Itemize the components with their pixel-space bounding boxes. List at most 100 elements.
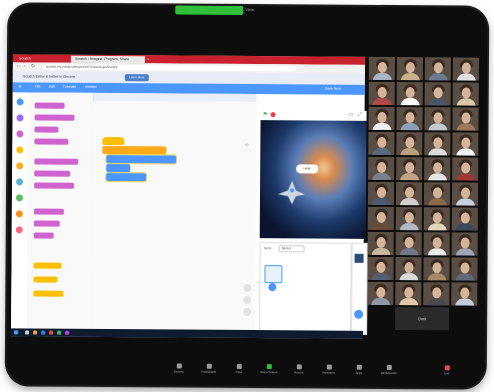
code-workspace[interactable]: ✛ <box>91 100 257 331</box>
participant-tile[interactable] <box>396 157 423 181</box>
participant-tile[interactable] <box>367 256 394 281</box>
scratch-logo[interactable]: S <box>19 84 21 88</box>
palette-block[interactable] <box>34 158 79 165</box>
participant-tile[interactable] <box>424 157 451 181</box>
back-icon[interactable]: ‹ <box>17 63 19 69</box>
participant-tile[interactable] <box>368 131 395 156</box>
participant-tile[interactable] <box>424 82 451 106</box>
participant-tile[interactable] <box>451 182 479 206</box>
screen-share-indicator[interactable] <box>175 5 244 15</box>
participant-tile-no-video[interactable]: Ümit <box>395 307 450 331</box>
control-block[interactable] <box>102 145 167 155</box>
view-menu[interactable]: View <box>245 7 254 12</box>
participant-tile[interactable] <box>423 282 450 306</box>
participants-button[interactable]: Participants <box>199 363 219 374</box>
zoom-reset-icon[interactable] <box>243 307 252 317</box>
category-myblocks[interactable] <box>15 226 23 234</box>
participant-tile[interactable] <box>368 56 395 81</box>
taskbar-icon[interactable] <box>41 330 46 335</box>
category-control[interactable] <box>16 162 24 170</box>
participant-tile[interactable] <box>395 257 422 281</box>
share-screen-button[interactable]: Share Screen <box>259 364 279 374</box>
participant-tile[interactable] <box>452 157 479 181</box>
palette-block[interactable] <box>34 138 69 145</box>
palette-block[interactable] <box>34 102 65 109</box>
stop-icon[interactable] <box>270 112 276 118</box>
whiteboards-button[interactable]: Whiteboards <box>379 364 399 375</box>
stage-size-icon[interactable]: ▭ <box>349 112 354 118</box>
palette-block[interactable] <box>34 182 75 189</box>
participant-tile[interactable] <box>367 206 394 231</box>
project-title[interactable]: Untitled <box>85 85 97 89</box>
participant-tile[interactable] <box>368 156 395 181</box>
palette-block[interactable] <box>34 170 71 177</box>
category-motion[interactable] <box>16 98 24 106</box>
category-looks[interactable] <box>16 114 24 122</box>
participant-tile[interactable] <box>395 207 422 231</box>
start-icon[interactable] <box>14 330 19 335</box>
participant-tile[interactable] <box>451 232 478 256</box>
category-sound[interactable] <box>16 130 24 138</box>
participant-tile[interactable] <box>396 82 423 106</box>
participant-tile[interactable] <box>396 57 423 81</box>
url-input[interactable]: scratch.mit.edu/projects/editor/?tutoria… <box>42 64 296 72</box>
motion-block[interactable] <box>105 171 148 183</box>
category-sensing[interactable] <box>16 178 24 186</box>
participant-tile[interactable] <box>423 232 450 256</box>
add-sprite-button[interactable] <box>268 283 277 292</box>
participant-tile[interactable] <box>451 207 478 231</box>
participant-tile[interactable] <box>395 282 422 306</box>
sprite-name-input[interactable]: Sprite1 <box>278 245 305 253</box>
participant-tile[interactable] <box>424 57 451 81</box>
menu-save[interactable]: Save Now <box>325 87 341 91</box>
participant-tile[interactable] <box>396 107 423 131</box>
stage-canvas[interactable]: Hello! <box>259 120 367 239</box>
participant-tile[interactable] <box>367 231 394 256</box>
participant-tile[interactable] <box>367 281 394 306</box>
participant-tile[interactable] <box>452 57 479 81</box>
notice-button[interactable]: Learn More <box>124 74 149 82</box>
sprite-thumbnail[interactable] <box>264 265 283 284</box>
participant-tile[interactable] <box>368 81 395 106</box>
participant-tile[interactable] <box>368 106 395 131</box>
backdrop-thumbnail[interactable] <box>354 253 364 263</box>
taskbar-icon[interactable] <box>49 330 54 335</box>
zoom-out-icon[interactable] <box>243 295 252 305</box>
add-backdrop-button[interactable] <box>354 309 364 319</box>
taskbar-icon[interactable] <box>65 330 70 335</box>
fullscreen-icon[interactable]: ⤢ <box>358 112 362 118</box>
palette-block[interactable] <box>33 262 62 269</box>
participant-tile[interactable] <box>451 282 478 306</box>
participant-tile[interactable] <box>424 132 451 156</box>
taskbar-icon[interactable] <box>57 330 62 335</box>
menu-tutorials[interactable]: Tutorials <box>63 85 76 89</box>
record-button[interactable]: Record <box>289 364 309 374</box>
participant-tile[interactable] <box>452 107 479 131</box>
spaceship-sprite[interactable] <box>277 180 307 205</box>
zoom-in-icon[interactable] <box>243 283 252 293</box>
taskbar-icon[interactable] <box>25 330 30 335</box>
palette-block[interactable] <box>34 114 75 121</box>
forward-icon[interactable]: › <box>24 63 26 69</box>
apps-button[interactable]: Apps <box>349 364 369 375</box>
palette-block[interactable] <box>33 232 54 239</box>
participant-tile[interactable] <box>452 132 479 156</box>
event-hat-block[interactable] <box>102 136 125 146</box>
category-operators[interactable] <box>15 194 24 202</box>
participant-tile[interactable] <box>396 132 423 156</box>
palette-block[interactable] <box>33 290 64 297</box>
category-variables[interactable] <box>15 210 23 218</box>
menu-file[interactable]: File <box>35 85 41 89</box>
participant-tile[interactable] <box>424 107 451 131</box>
green-flag-icon[interactable]: ⚑ <box>263 111 268 118</box>
chat-button[interactable]: Chat <box>229 363 249 374</box>
palette-block[interactable] <box>34 126 59 133</box>
participant-tile[interactable] <box>395 182 423 206</box>
taskbar-icon[interactable] <box>33 330 38 335</box>
participant-tile[interactable] <box>367 181 395 206</box>
reload-icon[interactable]: ↻ <box>31 63 35 69</box>
participant-tile[interactable] <box>395 232 422 256</box>
participant-tile[interactable] <box>423 182 451 206</box>
participant-tile[interactable] <box>423 257 450 281</box>
participant-tile[interactable] <box>452 82 479 106</box>
